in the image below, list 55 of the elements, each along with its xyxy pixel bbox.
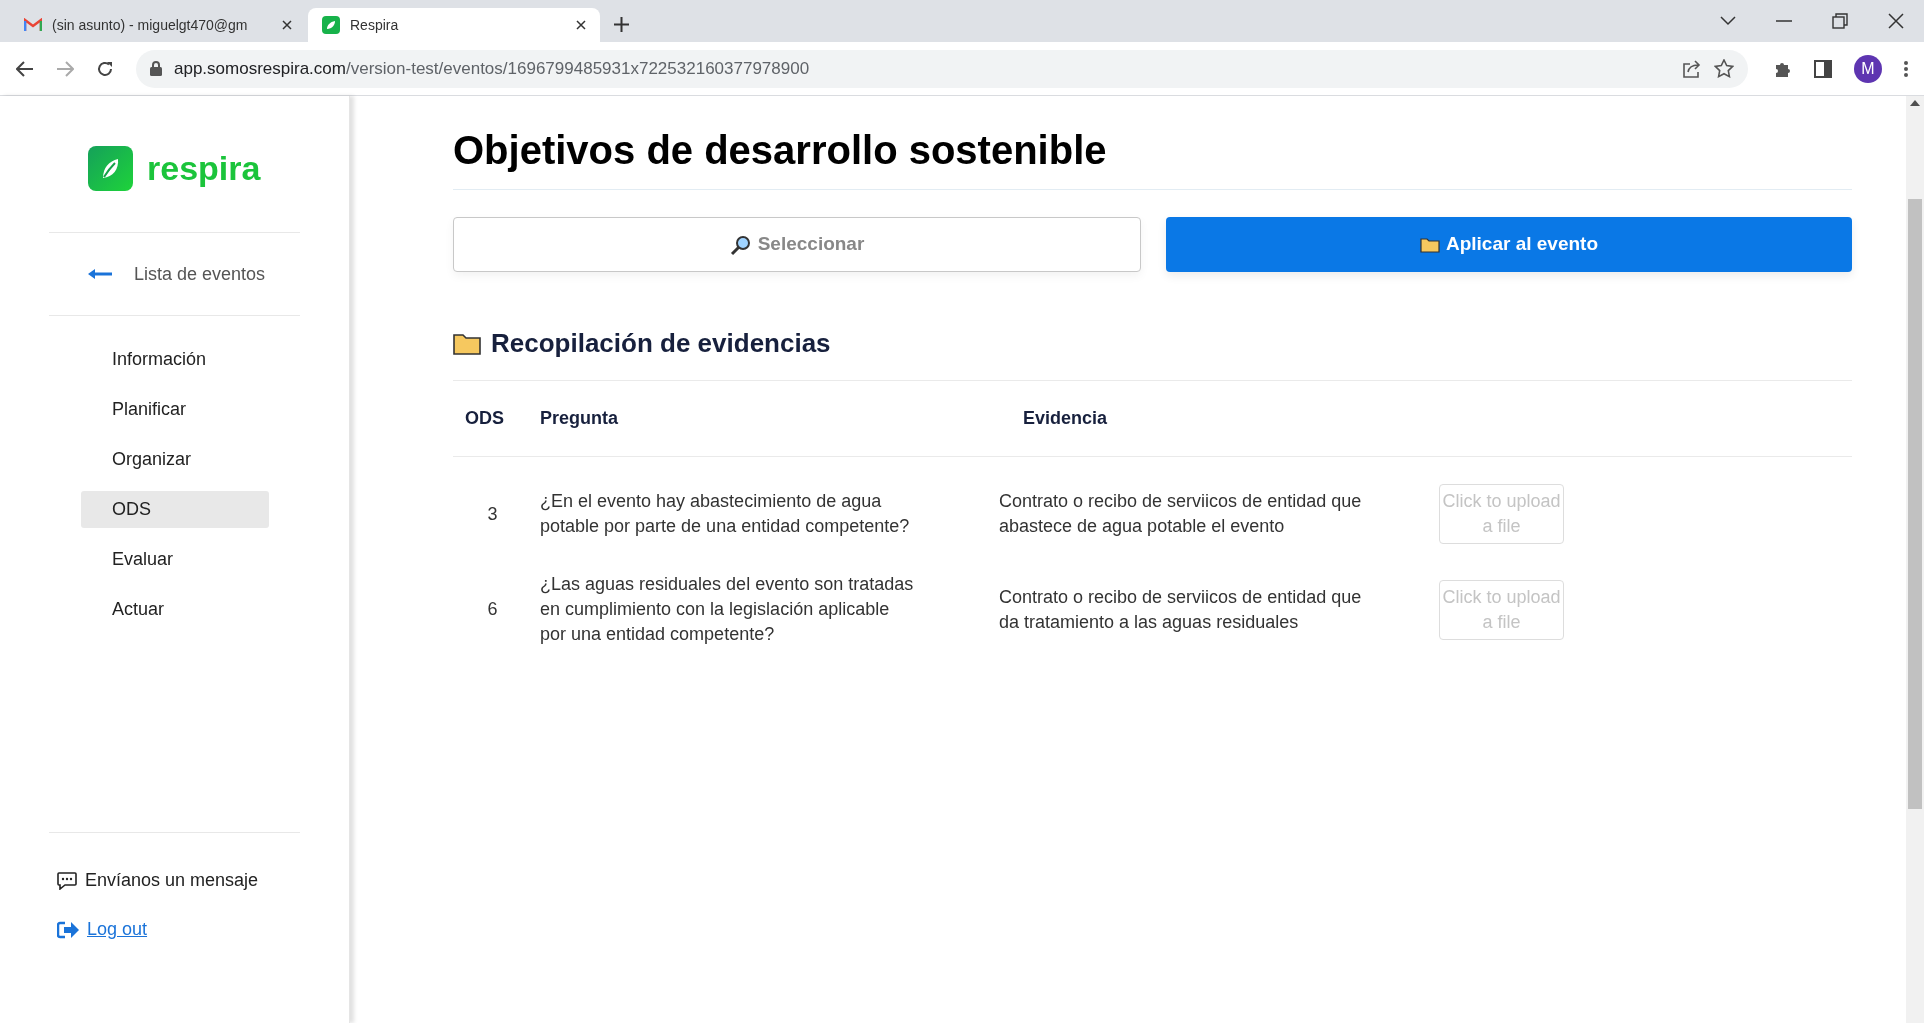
scroll-up-icon[interactable] <box>1910 100 1920 106</box>
back-link[interactable]: Lista de eventos <box>0 233 349 315</box>
table-cell-text: 3 <box>486 502 499 526</box>
select-button[interactable]: Seleccionar <box>453 217 1141 272</box>
restore-icon[interactable] <box>1832 13 1848 29</box>
leaf-logo-icon <box>88 146 133 191</box>
browser-tab[interactable]: (sin asunto) - miguelgt470@gm <box>8 8 308 42</box>
column-header: ODS <box>464 407 505 430</box>
menu-icon[interactable] <box>1904 60 1908 77</box>
new-tab-icon[interactable] <box>614 17 629 32</box>
section-title: Recopilación de evidencias <box>491 327 831 360</box>
lock-icon <box>150 61 162 76</box>
logout-icon <box>57 920 79 939</box>
magnifier-icon <box>729 233 752 256</box>
url-host: app.somosrespira.com <box>174 57 346 80</box>
apply-button[interactable]: Aplicar al evento <box>1166 217 1852 272</box>
profile-avatar[interactable]: M <box>1854 54 1882 83</box>
scrollbar-thumb[interactable] <box>1908 199 1922 809</box>
page-title: Objetivos de desarrollo sostenible <box>453 125 1852 190</box>
nav-item[interactable]: Planificar <box>81 391 269 428</box>
url-path: /version-test/eventos/1696799485931x722532160377978900 <box>345 57 810 80</box>
table-cell-text: 6 <box>486 598 499 621</box>
logo-wordmark: respira <box>147 148 261 189</box>
folder-icon <box>453 332 481 355</box>
nav-item[interactable]: Organizar <box>81 441 269 478</box>
back-icon[interactable] <box>16 60 34 77</box>
address-bar[interactable]: app.somosrespira.com/version-test/eventos/1696799485931x722532160377978900 <box>136 49 1748 88</box>
column-header: Evidencia <box>1022 407 1109 430</box>
mail-icon <box>24 18 42 32</box>
message-link[interactable]: Envíanos un mensaje <box>57 867 349 894</box>
side-panel-icon[interactable] <box>1814 59 1832 78</box>
column-header: Pregunta <box>540 407 619 430</box>
close-icon[interactable] <box>576 20 586 30</box>
chat-icon <box>57 871 77 890</box>
nav-item[interactable]: Evaluar <box>81 541 269 578</box>
share-icon[interactable] <box>1682 59 1702 78</box>
close-icon[interactable] <box>282 20 292 30</box>
nav-item[interactable]: Actuar <box>81 591 269 628</box>
table-cell-text: ¿Las aguas residuales del evento son tratadas en cumplimiento con la legislación aplicable por una entidad competente? <box>540 573 915 646</box>
table-cell-text: ¿En el evento hay abastecimiento de agua potable por parte de una entidad competente? <box>540 490 911 538</box>
close-icon[interactable] <box>1888 13 1904 29</box>
folder-icon <box>1419 236 1440 253</box>
table-cell-text: Contrato o recibo de serviicos de entidad que da tratamiento a las aguas residuales <box>999 585 1363 634</box>
browser-tab[interactable]: Respira <box>308 8 600 42</box>
reload-icon[interactable] <box>96 59 114 78</box>
nav-item[interactable]: ODS <box>81 491 269 528</box>
tab-title: Respira <box>350 15 400 35</box>
tab-title: (sin asunto) - miguelgt470@gm <box>52 15 249 35</box>
dropdown-icon[interactable] <box>1720 16 1736 26</box>
leaf-icon <box>322 16 340 34</box>
table-cell-text: Contrato o recibo de serviicos de entidad que abastece de agua potable el evento <box>999 490 1363 538</box>
logout-link[interactable]: Log out <box>57 916 349 943</box>
nav-item[interactable]: Información <box>81 341 269 378</box>
left-arrow-icon <box>88 269 112 279</box>
star-icon[interactable] <box>1714 59 1734 78</box>
